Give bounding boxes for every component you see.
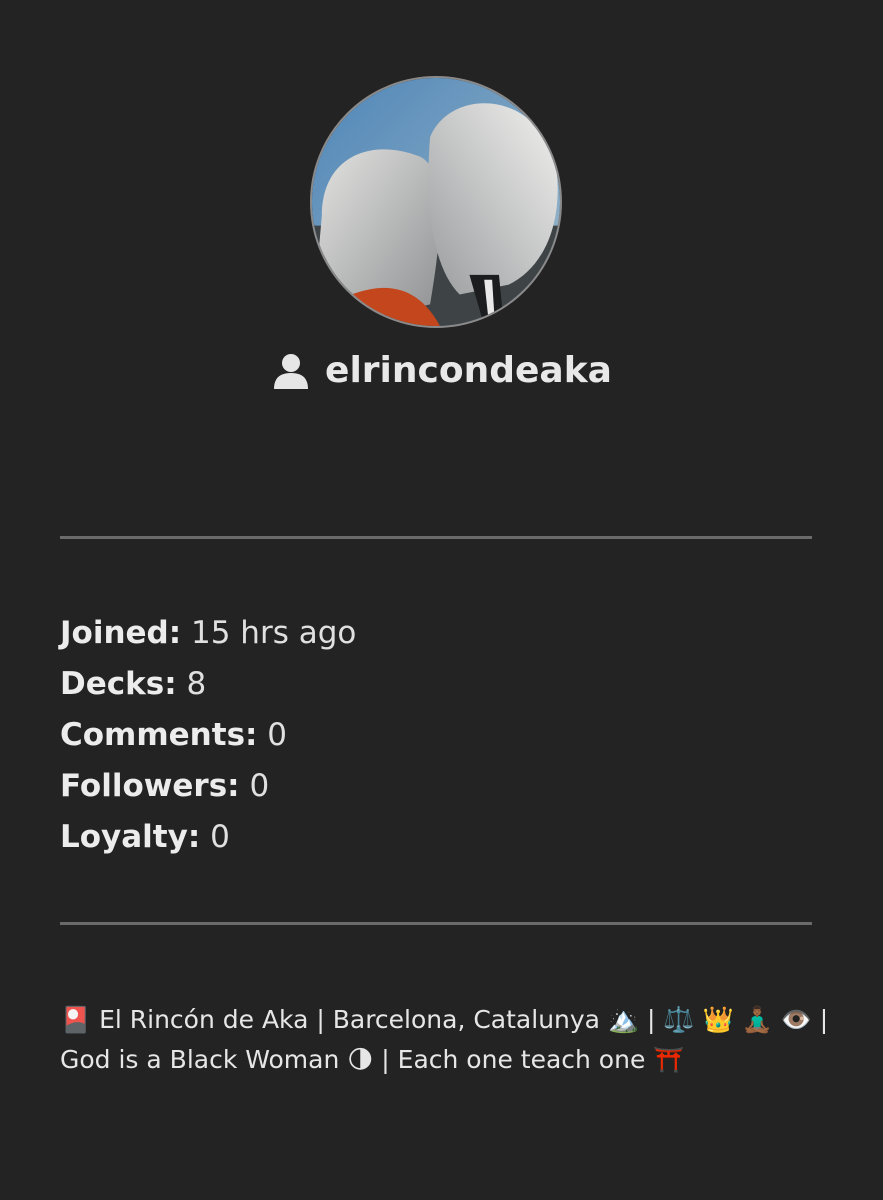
stat-value: 15 hrs ago [191,615,357,651]
profile-page: elrincondeaka Joined: 15 hrs ago Decks: … [0,0,883,1200]
stat-joined: Joined: 15 hrs ago [60,608,356,659]
stat-label: Loyalty: [60,819,201,855]
stat-label: Followers: [60,768,240,804]
stat-value: 0 [249,768,270,804]
username-heading: elrincondeaka [0,350,883,391]
stat-comments: Comments: 0 [60,710,356,761]
stat-label: Decks: [60,666,177,702]
avatar[interactable] [310,76,562,328]
username-text[interactable]: elrincondeaka [325,350,612,391]
stat-loyalty: Loyalty: 0 [60,812,356,863]
divider-top [60,536,812,539]
stat-value: 0 [210,819,230,855]
stat-decks: Decks: 8 [60,659,356,710]
stat-followers: Followers: 0 [60,761,356,812]
profile-stats: Joined: 15 hrs ago Decks: 8 Comments: 0 … [60,608,356,863]
stat-label: Comments: [60,717,258,753]
avatar-image [312,78,560,326]
user-icon [274,353,309,389]
stat-value: 8 [186,666,207,702]
stat-label: Joined: [60,615,182,651]
stat-value: 0 [267,717,288,753]
profile-bio: 🎴 El Rincón de Aka | Barcelona, Cataluny… [60,1005,829,1074]
divider-bottom [60,922,812,925]
